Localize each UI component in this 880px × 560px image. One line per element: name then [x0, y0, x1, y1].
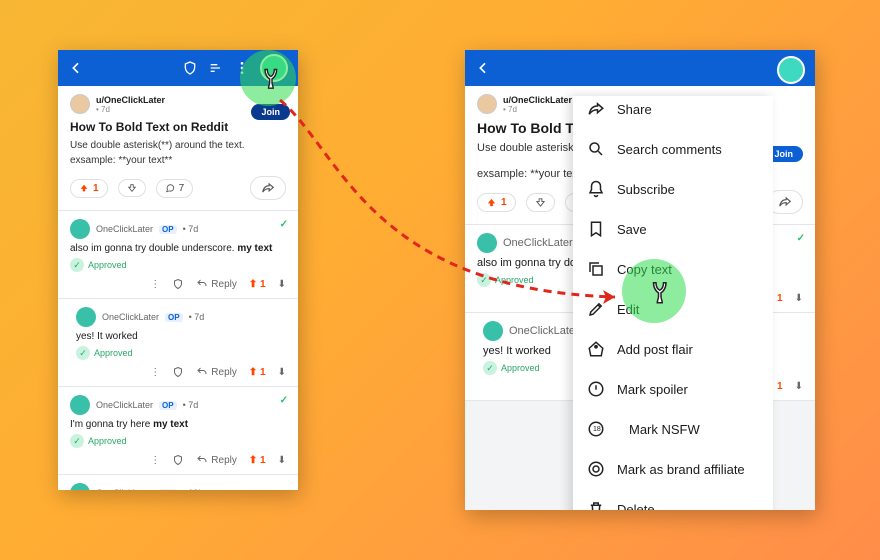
- downvote-button[interactable]: [526, 193, 555, 212]
- downvote-button[interactable]: [118, 179, 146, 197]
- upvote-button[interactable]: 1: [70, 179, 108, 198]
- checkmark-icon: ✓: [280, 395, 288, 406]
- sort-icon[interactable]: [208, 60, 224, 76]
- join-button[interactable]: Join: [251, 104, 290, 120]
- post-actions-menu: Share Search comments Subscribe Save Cop…: [573, 96, 773, 510]
- more-icon[interactable]: [234, 60, 250, 76]
- account-avatar-icon[interactable]: [777, 56, 805, 84]
- mod-icon[interactable]: [172, 278, 184, 290]
- author-name[interactable]: u/OneClickLater: [96, 95, 165, 105]
- comment-upvote[interactable]: 1: [777, 293, 783, 304]
- menu-edit[interactable]: Edit: [573, 289, 773, 329]
- comments-count[interactable]: 7: [156, 179, 194, 198]
- menu-copy[interactable]: Copy text: [573, 249, 773, 289]
- comment-downvote[interactable]: ⬇: [795, 293, 803, 304]
- menu-subscribe[interactable]: Subscribe: [573, 169, 773, 209]
- post-body-1: Use double asterisk(**) around the text.: [70, 140, 286, 151]
- app-bar: [465, 50, 815, 86]
- menu-share[interactable]: Share: [573, 96, 773, 129]
- comment-avatar-icon: [76, 307, 96, 327]
- phone-right: Join u/OneClickLater • 7d How To Bold Te…: [465, 50, 815, 510]
- menu-nsfw[interactable]: 18Mark NSFW: [573, 409, 773, 449]
- back-icon[interactable]: [475, 60, 491, 76]
- post-age: • 7d: [96, 105, 165, 114]
- comment-more-icon[interactable]: ⋮: [150, 279, 160, 290]
- account-avatar-icon[interactable]: [260, 54, 288, 82]
- comment-2: OneClickLaterOP• 7d yes! It worked ✓Appr…: [58, 299, 298, 387]
- comment-3: ✓ OneClickLaterOP• 7d I'm gonna try here…: [58, 387, 298, 475]
- app-bar: [58, 50, 298, 86]
- menu-flair[interactable]: Add post flair: [573, 329, 773, 369]
- comment-upvote[interactable]: 1: [777, 381, 783, 392]
- menu-brand[interactable]: Mark as brand affiliate: [573, 449, 773, 489]
- checkmark-icon: ✓: [797, 233, 805, 244]
- post-title: How To Bold Text on Reddit: [70, 120, 286, 134]
- phone-left: Join u/OneClickLater • 7d How To Bold Te…: [58, 50, 298, 490]
- back-icon[interactable]: [68, 60, 84, 76]
- comment-upvote[interactable]: ⬆ 1: [249, 279, 266, 290]
- menu-delete[interactable]: Delete: [573, 489, 773, 510]
- reply-button[interactable]: Reply: [196, 278, 237, 290]
- menu-spoiler[interactable]: Mark spoiler: [573, 369, 773, 409]
- author-avatar-icon: [477, 94, 497, 114]
- post-body-2: exsample: **your text**: [70, 155, 286, 166]
- checkmark-icon: ✓: [280, 219, 288, 230]
- comment-downvote[interactable]: ⬇: [795, 381, 803, 392]
- comment-downvote[interactable]: ⬇: [278, 279, 286, 290]
- author-name[interactable]: u/OneClickLater: [503, 95, 572, 105]
- post-age: • 7d: [503, 105, 572, 114]
- upvote-button[interactable]: 1: [477, 193, 516, 212]
- author-avatar-icon: [70, 94, 90, 114]
- comment-avatar-icon: [70, 219, 90, 239]
- share-button[interactable]: [250, 176, 286, 200]
- menu-save[interactable]: Save: [573, 209, 773, 249]
- comment-1: ✓ OneClickLaterOP• 7d also im gonna try …: [58, 211, 298, 299]
- shield-icon[interactable]: [182, 60, 198, 76]
- comment-4: OneClickLaterOP• 16h test>>: [58, 475, 298, 490]
- menu-search[interactable]: Search comments: [573, 129, 773, 169]
